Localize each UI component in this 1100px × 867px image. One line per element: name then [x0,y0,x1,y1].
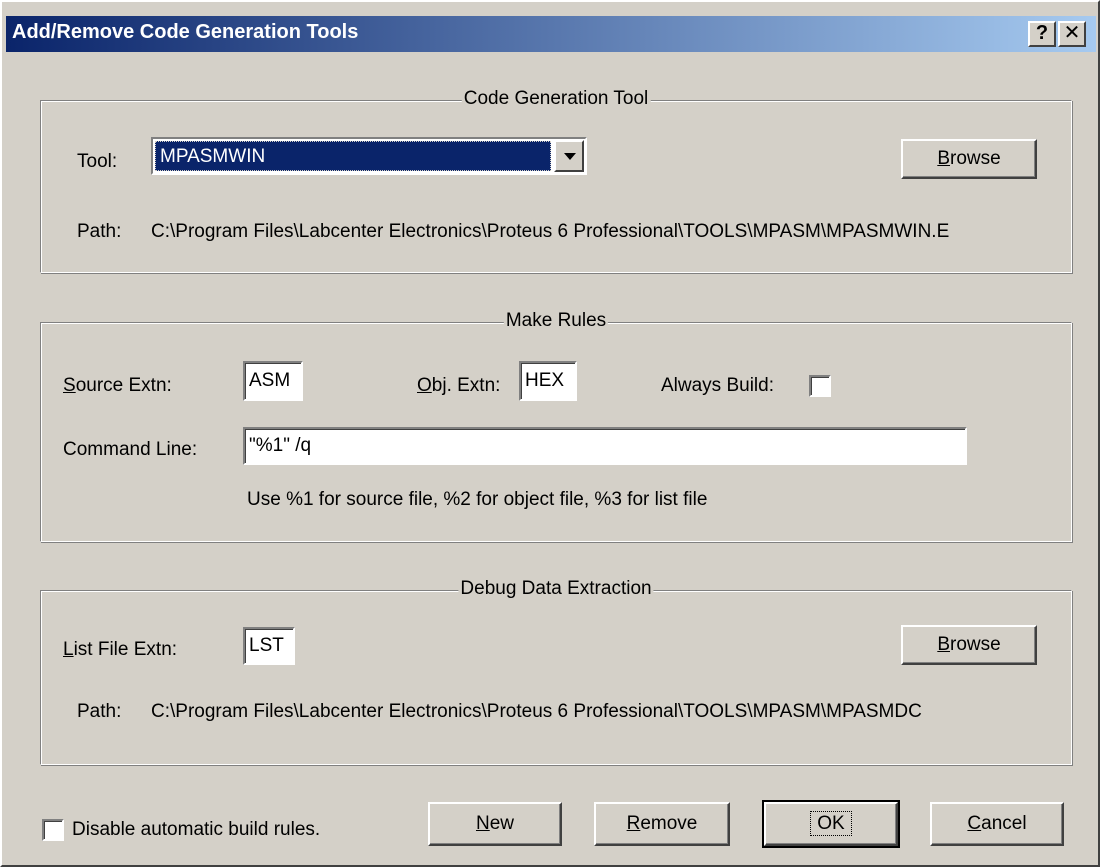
close-icon: ✕ [1063,22,1081,44]
debug-browse-button[interactable]: Browse [901,625,1037,665]
tool-path-value: C:\Program Files\Labcenter Electronics\P… [151,221,950,242]
tool-select-value: MPASMWIN [155,141,551,171]
tool-browse-label: Browse [937,148,1001,169]
code-generation-legend: Code Generation Tool [461,88,651,110]
new-button[interactable]: New [428,802,562,846]
help-button[interactable]: ? [1028,21,1056,47]
debug-browse-label: Browse [937,634,1001,655]
debug-extraction-group: Debug Data Extraction List File Extn: Br… [40,578,1072,765]
cancel-button[interactable]: Cancel [930,802,1064,846]
help-icon: ? [1035,22,1049,44]
ok-focus-wrapper: OK [766,811,896,836]
title-bar[interactable]: Add/Remove Code Generation Tools ? ✕ [6,16,1096,52]
list-extn-input[interactable] [243,627,295,665]
ok-button[interactable]: OK [762,800,900,848]
obj-extn-input[interactable] [519,361,577,401]
tool-browse-button[interactable]: Browse [901,139,1037,179]
ok-button-label: OK [810,811,852,836]
make-rules-group: Make Rules Source Extn: Obj. Extn: Alway… [40,310,1072,542]
chevron-down-icon[interactable] [554,140,584,172]
debug-path-value: C:\Program Files\Labcenter Electronics\P… [151,701,922,722]
dialog-window: Add/Remove Code Generation Tools ? ✕ Cod… [0,0,1100,867]
source-extn-label: Source Extn: [63,375,172,396]
obj-extn-label: Obj. Extn: [417,375,501,396]
always-build-checkbox[interactable] [809,375,831,397]
window-title: Add/Remove Code Generation Tools [12,21,359,43]
debug-extraction-legend: Debug Data Extraction [458,578,654,600]
close-button[interactable]: ✕ [1058,21,1086,47]
make-rules-legend: Make Rules [503,310,609,332]
tool-path-label: Path: [77,221,122,242]
command-line-label: Command Line: [63,439,198,460]
remove-button-label: Remove [626,813,698,834]
code-generation-group: Code Generation Tool Tool: MPASMWIN Brow… [40,88,1072,273]
cancel-button-label: Cancel [967,813,1027,834]
always-build-label: Always Build: [661,375,774,396]
tool-label: Tool: [77,151,118,172]
debug-path-label: Path: [77,701,122,722]
remove-button[interactable]: Remove [594,802,730,846]
command-line-input[interactable] [243,427,967,465]
new-button-label: New [475,813,515,834]
list-extn-label: List File Extn: [63,639,178,660]
source-extn-input[interactable] [243,361,303,401]
disable-build-rules-checkbox[interactable] [42,819,64,841]
command-line-hint: Use %1 for source file, %2 for object fi… [247,489,708,510]
tool-select[interactable]: MPASMWIN [151,137,587,175]
disable-build-rules-label[interactable]: Disable automatic build rules. [72,819,320,841]
